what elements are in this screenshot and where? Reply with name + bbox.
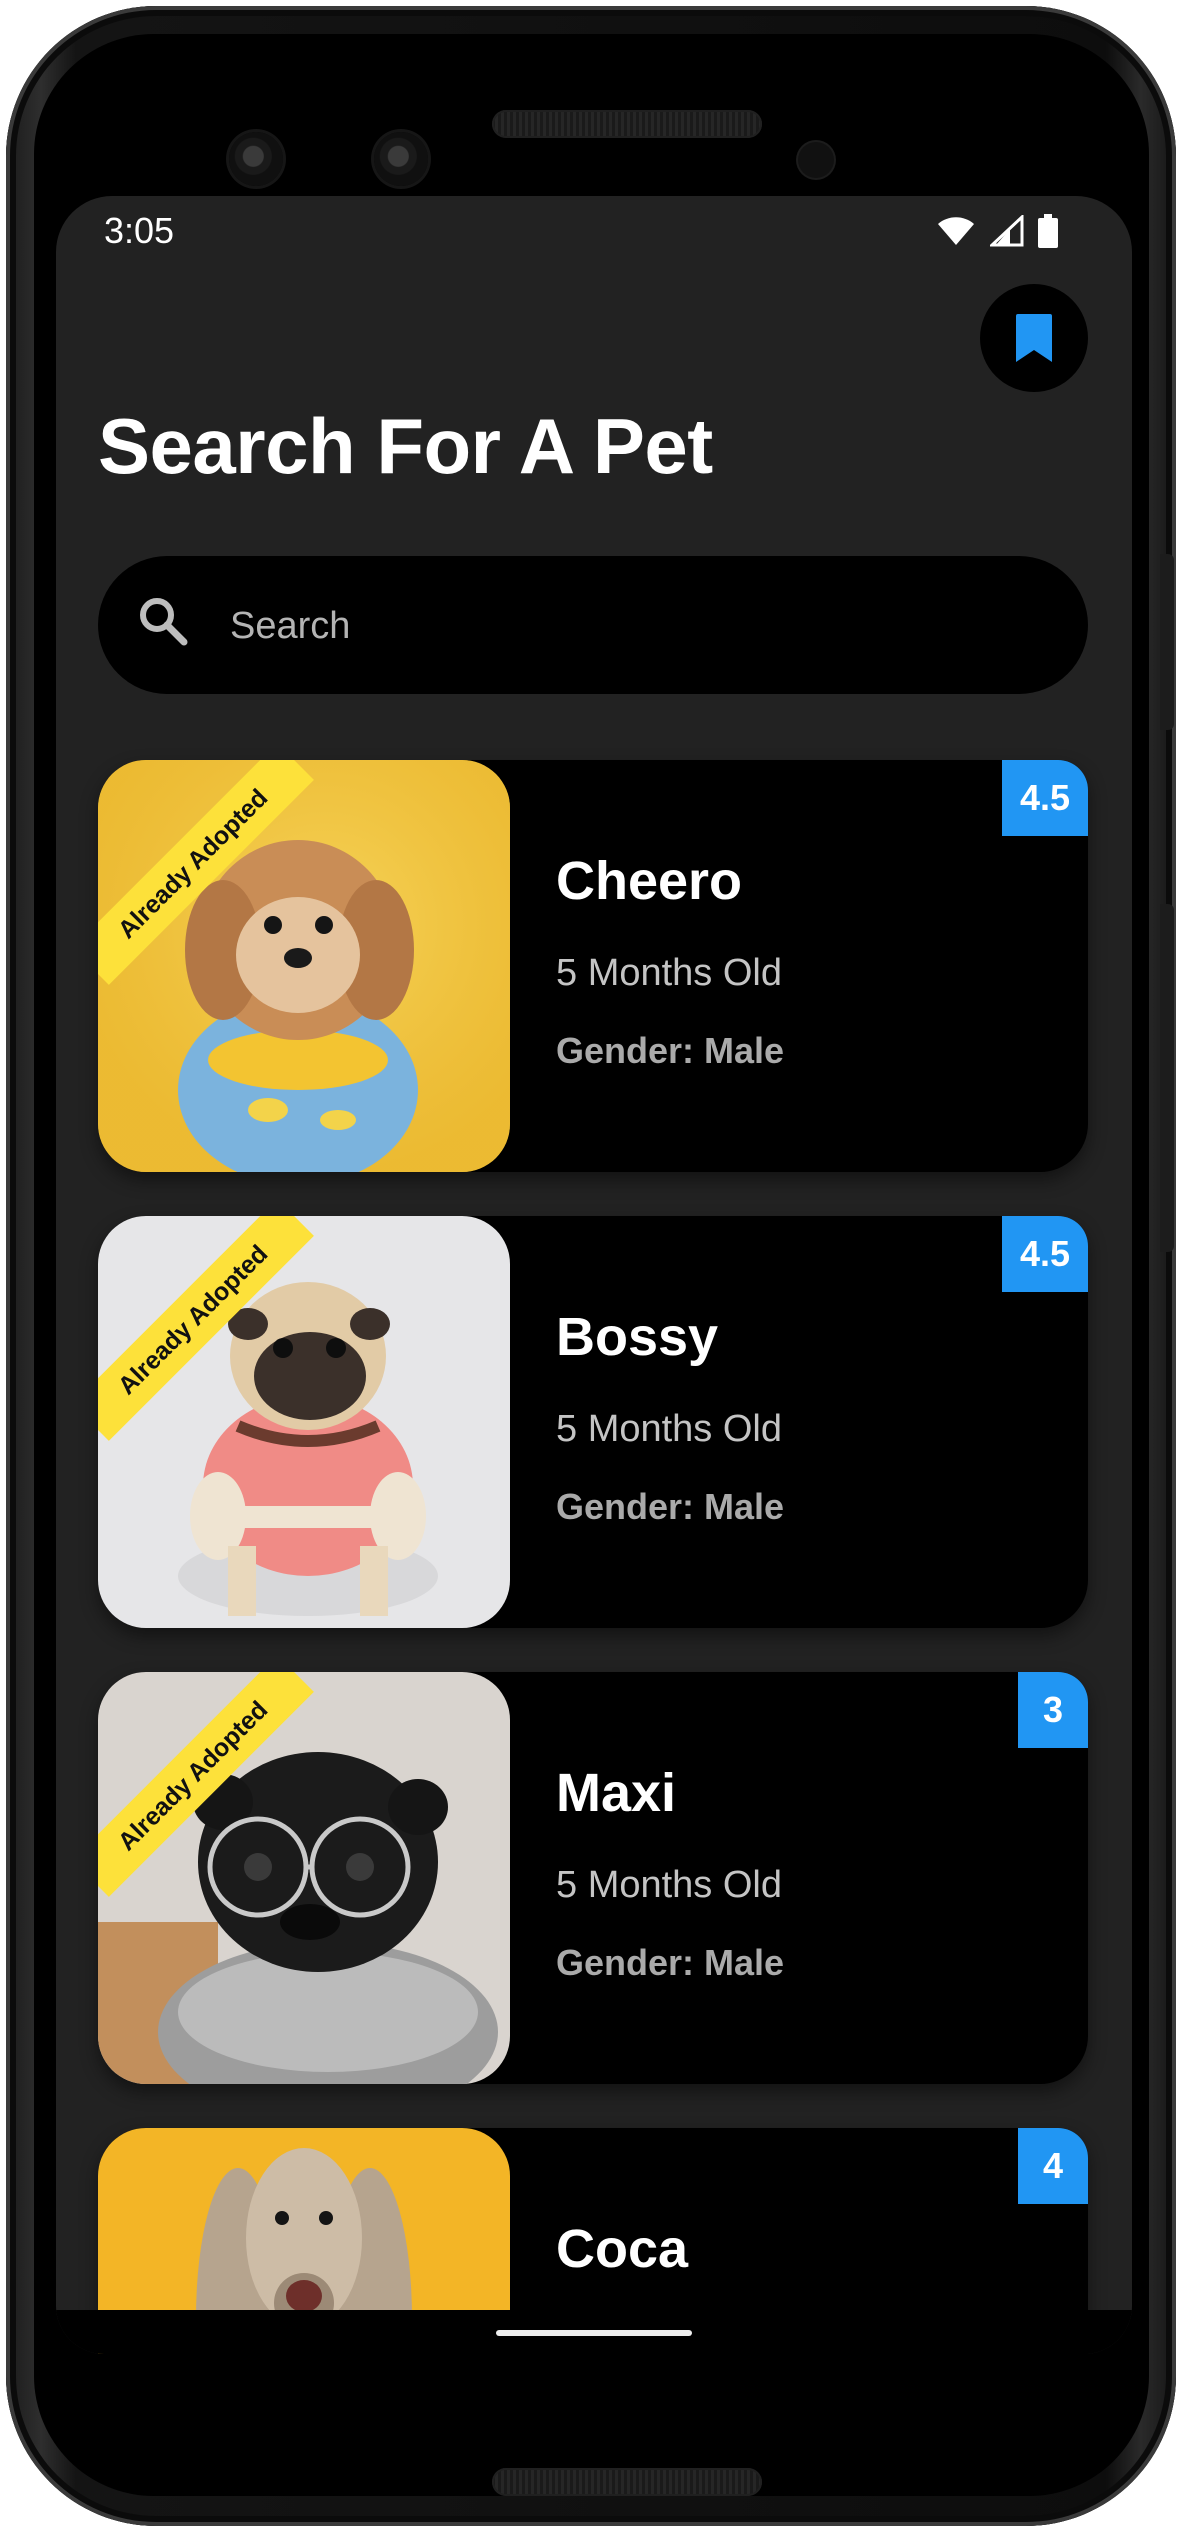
rating-badge: 3 [1018,1672,1088,1748]
pet-name: Bossy [556,1307,719,1367]
search-bar[interactable] [98,556,1088,694]
bookmark-icon [1016,314,1052,362]
pet-gender: Gender: Male [556,1486,785,1527]
battery-icon [1038,214,1058,248]
search-input[interactable] [228,586,1032,666]
pet-name: Coca [556,2219,689,2279]
gesture-nav-bar [56,2310,1132,2354]
page-title: Search For A Pet [98,402,713,490]
status-bar: 3:05 [56,196,1132,266]
pet-gender: Gender: Male [556,1942,785,1983]
pet-name: Cheero [556,851,743,911]
dog-photo-image [98,760,510,1172]
rating-badge: 4.5 [1001,760,1088,836]
dog-photo-image [98,1216,510,1628]
status-icons [936,214,1058,248]
search-icon [140,598,188,646]
pet-photo: Already Adopted [98,1216,510,1628]
pet-age: 5 Months Old [556,952,782,994]
signal-icon [990,215,1024,247]
bookmarks-button[interactable] [980,284,1088,392]
pet-photo: Already Adopted [98,1672,510,2084]
dog-photo-image [98,1672,510,2084]
pet-card-cheero[interactable]: Already Adopted Cheero 5 Months Old Gend… [98,760,1088,1172]
volume-button [1160,904,1174,1252]
earpiece-speaker [492,110,762,138]
pet-age: 5 Months Old [556,1864,782,1906]
rating-badge: 4 [1018,2128,1088,2204]
wifi-icon [938,217,974,245]
pet-card-bossy[interactable]: Already Adopted Bossy 5 Months Old Gende… [98,1216,1088,1628]
proximity-sensor [798,142,834,178]
front-camera-secondary [374,132,428,186]
pet-age: 5 Months Old [556,1408,782,1450]
bottom-speaker [492,2468,762,2496]
pet-gender: Gender: Male [556,1030,785,1071]
power-button [1160,554,1174,730]
pet-card-maxi[interactable]: Already Adopted Maxi 5 Months Old Gender… [98,1672,1088,2084]
rating-badge: 4.5 [1001,1216,1088,1292]
app-screen: 3:05 Search For A Pet Search Already Ado… [56,196,1132,2354]
status-time: 3:05 [104,210,175,251]
pet-name: Maxi [556,1763,677,1823]
pet-photo: Already Adopted [98,760,510,1172]
front-camera [229,132,283,186]
home-indicator[interactable] [496,2330,692,2336]
